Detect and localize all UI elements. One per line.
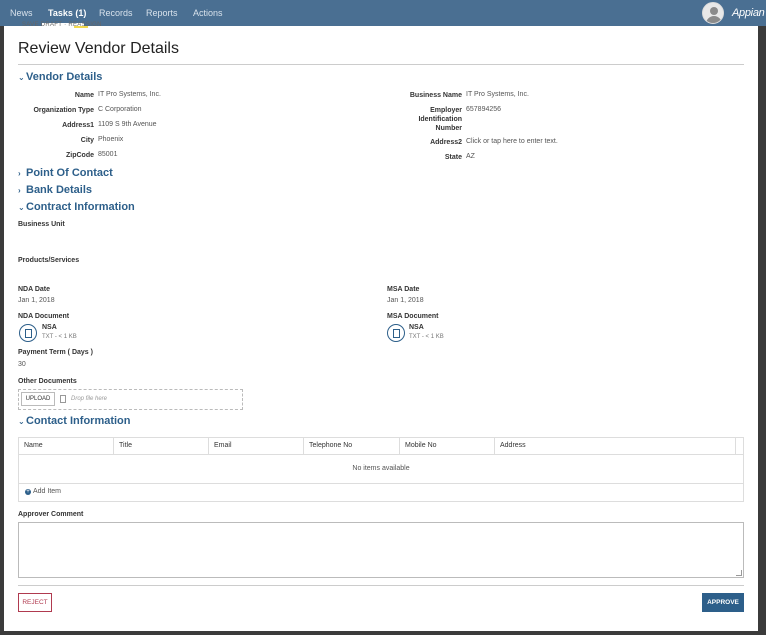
label-city: City — [80, 137, 94, 144]
label-business-unit: Business Unit — [18, 221, 65, 228]
reject-button[interactable]: REJECT — [18, 593, 52, 612]
contacts-grid: Name Title Email Telephone No Mobile No … — [18, 437, 744, 502]
task-form: SAVE DRAFT · REASSIGN Review Vendor Deta… — [4, 22, 758, 631]
highlight-bar — [74, 26, 88, 28]
section-contract-information[interactable]: ⌄Contract Information — [18, 201, 135, 213]
user-avatar[interactable] — [702, 2, 724, 24]
task-actions-peek[interactable]: SAVE DRAFT · REASSIGN — [22, 22, 102, 28]
label-address2: Address2 — [430, 139, 462, 146]
chevron-down-icon: ⌄ — [18, 73, 25, 82]
label-payment-term: Payment Term ( Days ) — [18, 349, 93, 356]
chevron-right-icon: › — [18, 169, 21, 178]
value-state: AZ — [466, 153, 475, 160]
column-divider — [399, 438, 400, 455]
document-page-shape — [392, 328, 400, 338]
footer-divider — [18, 585, 744, 586]
value-employer-identification-number: 657894256 — [466, 106, 502, 113]
nav-reports[interactable]: Reports — [146, 8, 178, 18]
document-icon[interactable] — [19, 324, 37, 342]
section-point-of-contact[interactable]: › Point Of Contact — [18, 167, 113, 179]
column-divider — [735, 438, 736, 455]
page-title: Review Vendor Details — [18, 40, 179, 57]
label-products-services: Products/Services — [18, 257, 80, 264]
column-header[interactable]: Name — [24, 442, 43, 449]
section-vendor-details-label: Vendor Details — [26, 71, 103, 83]
add-item-label: Add Item — [33, 488, 62, 495]
label-employer-identification-number: Employer Identification Number — [418, 107, 462, 132]
column-divider — [303, 438, 304, 455]
label-approver-comment: Approver Comment — [18, 511, 84, 518]
avatar-head-shape — [710, 7, 718, 15]
plus-icon: + — [25, 489, 31, 495]
nav-news[interactable]: News — [10, 8, 33, 18]
resize-handle-icon[interactable] — [736, 570, 742, 576]
value-name: IT Pro Systems, Inc. — [98, 91, 161, 98]
nav-tasks[interactable]: Tasks (1) — [48, 8, 86, 18]
section-point-of-contact-label: Point Of Contact — [26, 167, 113, 179]
column-header[interactable]: Mobile No — [405, 442, 437, 449]
grid-header-row: Name Title Email Telephone No Mobile No … — [19, 438, 743, 455]
label-other-documents: Other Documents — [18, 378, 77, 385]
label-nda-document: NDA Document — [18, 313, 70, 320]
avatar-body-shape — [706, 16, 722, 23]
label-state: State — [444, 154, 462, 161]
label-msa-date: MSA Date — [387, 286, 420, 293]
msa-document-link[interactable]: NSA — [409, 324, 424, 331]
value-msa-date: Jan 1, 2018 — [387, 297, 424, 304]
file-upload-dropzone[interactable]: UPLOAD Drop file here — [18, 389, 243, 410]
label-business-name: Business Name — [409, 92, 462, 99]
label-name: Name — [74, 92, 94, 99]
label-organization-type: Organization Type — [33, 107, 94, 114]
label-nda-date: NDA Date — [18, 286, 51, 293]
nav-records[interactable]: Records — [99, 8, 133, 18]
column-header[interactable]: Telephone No — [309, 442, 352, 449]
chevron-right-icon: › — [18, 186, 21, 195]
label-address1: Address1 — [62, 122, 94, 129]
section-vendor-details[interactable]: ⌄Vendor Details — [18, 71, 102, 83]
section-contract-information-label: Contract Information — [26, 201, 135, 213]
chevron-down-icon: ⌄ — [18, 203, 25, 212]
document-page-shape — [24, 328, 32, 338]
add-item-link[interactable]: + Add Item — [25, 488, 61, 495]
value-zipcode: 85001 — [98, 151, 118, 158]
value-city: Phoenix — [98, 136, 124, 143]
value-nda-date: Jan 1, 2018 — [18, 297, 55, 304]
title-divider — [18, 64, 744, 65]
appian-logo: Appian — [732, 7, 765, 19]
column-header[interactable]: Title — [119, 442, 132, 449]
column-header[interactable]: Email — [214, 442, 232, 449]
nda-document-meta: TXT - < 1 KB — [42, 334, 77, 340]
label-zipcode: ZipCode — [66, 152, 94, 159]
column-divider — [113, 438, 114, 455]
approve-button[interactable]: APPROVE — [702, 593, 744, 612]
value-organization-type: C Corporation — [98, 106, 142, 113]
nav-actions[interactable]: Actions — [193, 8, 223, 18]
label-msa-document: MSA Document — [387, 313, 439, 320]
document-icon[interactable] — [387, 324, 405, 342]
empty-grid-message: No items available — [352, 465, 410, 472]
section-contact-information[interactable]: ⌄Contact Information — [18, 415, 131, 427]
chevron-down-icon: ⌄ — [18, 417, 25, 426]
nda-document-link[interactable]: NSA — [42, 324, 57, 331]
value-business-name: IT Pro Systems, Inc. — [466, 91, 529, 98]
upload-button[interactable]: UPLOAD — [21, 392, 55, 406]
value-address1: 1109 S 9th Avenue — [98, 121, 157, 128]
drop-file-hint: Drop file here — [71, 396, 108, 402]
grid-footer-divider — [19, 483, 743, 484]
column-divider — [494, 438, 495, 455]
column-divider — [208, 438, 209, 455]
approver-comment-textarea[interactable] — [18, 522, 744, 578]
file-icon — [60, 395, 66, 403]
column-header[interactable]: Address — [500, 442, 526, 449]
section-bank-details[interactable]: › Bank Details — [18, 184, 92, 196]
msa-document-meta: TXT - < 1 KB — [409, 334, 444, 340]
section-bank-details-label: Bank Details — [26, 184, 93, 196]
value-address2: Click or tap here to enter text. — [466, 138, 558, 145]
top-nav: News Tasks (1) Records Reports Actions A… — [0, 0, 766, 26]
value-payment-term: 30 — [18, 361, 26, 368]
section-contact-information-label: Contact Information — [26, 415, 131, 427]
